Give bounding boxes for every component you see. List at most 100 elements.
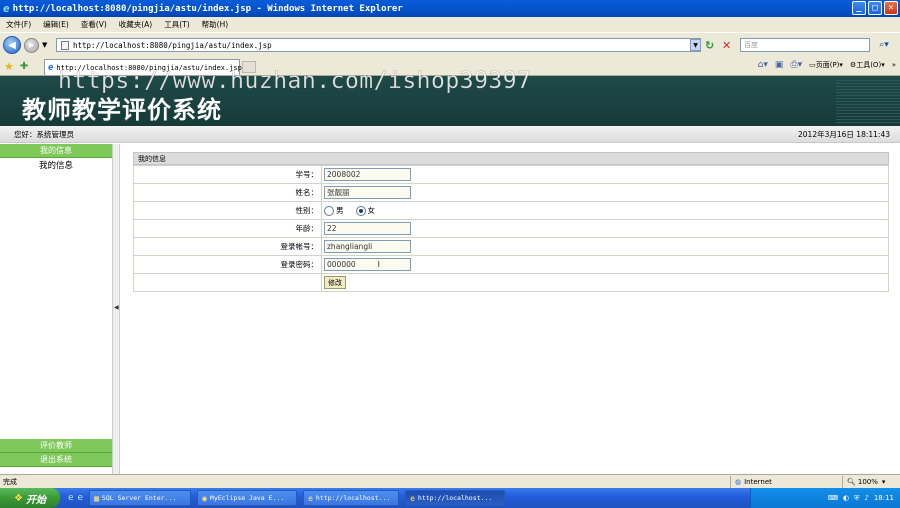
page-menu-label: 页面(P) xyxy=(815,61,840,69)
sidebar: 我的信息 我的信息 评价教师 退出系统 xyxy=(0,144,112,474)
student-id-label: 学号： xyxy=(133,165,322,184)
zoom-control[interactable]: 🔍︎ 100% ▾ xyxy=(842,476,900,488)
task-label: SQL Server Enter... xyxy=(101,494,177,502)
sidebar-bottom: 评价教师 退出系统 xyxy=(0,439,112,467)
tray-network-icon[interactable]: ◐ xyxy=(843,494,849,502)
section-title: 我的信息 xyxy=(133,152,889,165)
gender-female-radio[interactable] xyxy=(355,205,366,216)
sql-server-icon: ▦ xyxy=(94,493,99,503)
collapse-arrow-icon[interactable]: ◀ xyxy=(114,304,119,311)
menu-bar: 文件(F) 编辑(E) 查看(V) 收藏夹(A) 工具(T) 帮助(H) xyxy=(0,17,900,32)
menu-view[interactable]: 查看(V) xyxy=(81,19,107,30)
back-button[interactable]: ◀ xyxy=(3,36,21,54)
form-row: 姓名： 张靓丽 xyxy=(133,183,889,202)
tray-keyboard-icon[interactable]: ⌨ xyxy=(828,494,838,502)
page-menu[interactable]: ▭页面(P)▾ xyxy=(809,60,843,70)
more-chevron-icon[interactable]: » xyxy=(892,61,896,69)
maximize-button[interactable]: □ xyxy=(868,1,882,15)
form-row: 修改 xyxy=(133,273,889,292)
task-ie-icon: e xyxy=(308,493,313,503)
header-banner: 教师教学评价系统 https://www.huzhan.com/ishop393… xyxy=(0,68,900,126)
sidebar-splitter[interactable]: ◀ xyxy=(112,144,120,474)
zone-text: Internet xyxy=(744,478,772,486)
globe-icon: ◍ xyxy=(735,478,742,486)
address-dropdown-icon[interactable]: ▼ xyxy=(690,39,701,51)
search-input[interactable]: 百度 xyxy=(740,38,870,52)
form-row: 登录密码： 000000 xyxy=(133,255,889,274)
address-toolbar: ◀ ▶ ▼ http://localhost:8080/pingjia/astu… xyxy=(0,32,900,57)
start-button[interactable]: ❖ 开始 xyxy=(0,488,60,508)
sidebar-header-logout[interactable]: 退出系统 xyxy=(0,453,112,467)
minimize-button[interactable]: _ xyxy=(852,1,866,15)
gender-label: 性别： xyxy=(133,201,322,220)
tab-ie-icon: e xyxy=(48,62,54,73)
menu-edit[interactable]: 编辑(E) xyxy=(43,19,69,30)
password-label: 登录密码： xyxy=(133,255,322,274)
tools-menu[interactable]: ⚙工具(O)▾ xyxy=(850,60,885,70)
gender-male-radio[interactable] xyxy=(324,205,334,216)
status-text: 完成 xyxy=(3,477,17,486)
gender-female-label: 女 xyxy=(367,206,376,215)
modify-button[interactable]: 修改 xyxy=(324,276,346,289)
main-content: 我的信息 学号： 2008002 姓名： 张靓丽 性别： 男 女 年龄： 22 … xyxy=(133,152,889,292)
tray-volume-icon[interactable]: ♪ xyxy=(864,494,868,502)
tray-shield-icon[interactable]: ⛨ xyxy=(854,494,859,503)
task-sql-server[interactable]: ▦ SQL Server Enter... xyxy=(89,490,192,506)
task-myeclipse[interactable]: ◉ MyEclipse Java E... xyxy=(197,490,298,506)
page-menu-icon: ▭ xyxy=(809,61,816,69)
quicklaunch-ie2-icon[interactable]: e xyxy=(78,493,84,503)
quicklaunch-ie-icon[interactable]: e xyxy=(68,493,74,503)
feeds-icon[interactable]: ▣ xyxy=(775,60,784,70)
greeting-bar: 您好：系统管理员 2012年3月16日 18:11:43 xyxy=(0,126,900,143)
login-label: 登录帐号： xyxy=(133,237,322,256)
name-label: 姓名： xyxy=(133,183,322,202)
stop-icon[interactable]: ✕ xyxy=(722,39,735,52)
menu-favorites[interactable]: 收藏夹(A) xyxy=(119,19,152,30)
age-field[interactable]: 22 xyxy=(324,222,411,235)
favorites-star-icon[interactable]: ★ xyxy=(4,60,14,73)
add-favorite-icon[interactable]: ✚ xyxy=(20,61,28,72)
search-placeholder: 百度 xyxy=(744,41,758,49)
name-field[interactable]: 张靓丽 xyxy=(324,186,411,199)
menu-help[interactable]: 帮助(H) xyxy=(202,19,229,30)
task-label: http://localhost... xyxy=(315,494,391,502)
password-field[interactable]: 000000 xyxy=(324,258,411,271)
greeting-text: 您好：系统管理员 xyxy=(14,129,74,139)
datetime-text: 2012年3月16日 18:11:43 xyxy=(798,129,890,139)
tray-clock: 18:11 xyxy=(873,494,894,502)
menu-file[interactable]: 文件(F) xyxy=(6,19,31,30)
home-icon[interactable]: ⌂▾ xyxy=(758,60,768,70)
password-value: 000000 xyxy=(327,260,356,269)
history-dropdown-icon[interactable]: ▼ xyxy=(42,41,47,49)
search-icon[interactable]: ⌕▾ xyxy=(873,38,895,52)
system-title: 教师教学评价系统 xyxy=(22,95,222,124)
window-title: http://localhost:8080/pingjia/astu/index… xyxy=(12,3,403,14)
eclipse-icon: ◉ xyxy=(202,493,207,503)
sidebar-header-my-info[interactable]: 我的信息 xyxy=(0,144,112,158)
task-ie-1[interactable]: e http://localhost... xyxy=(303,490,400,506)
form-row: 学号： 2008002 xyxy=(133,165,889,184)
task-label: MyEclipse Java E... xyxy=(209,494,285,502)
form-row: 性别： 男 女 xyxy=(133,201,889,220)
task-ie-2[interactable]: e http://localhost... xyxy=(405,490,506,506)
zoom-icon: 🔍︎ xyxy=(847,478,856,486)
close-button[interactable]: ✕ xyxy=(884,1,898,15)
print-icon[interactable]: ⎙▾ xyxy=(790,60,802,70)
menu-tools[interactable]: 工具(T) xyxy=(164,19,189,30)
system-tray: ⌨ ◐ ⛨ ♪ 18:11 xyxy=(750,488,900,508)
quick-launch: e e xyxy=(68,493,83,503)
forward-button[interactable]: ▶ xyxy=(24,37,39,53)
refresh-icon[interactable]: ↻ xyxy=(705,39,719,52)
sidebar-item-my-info[interactable]: 我的信息 xyxy=(0,158,112,171)
student-id-field[interactable]: 2008002 xyxy=(324,168,411,181)
status-bar: 完成 ◍ Internet 🔍︎ 100% ▾ xyxy=(0,474,900,488)
zoom-text: 100% xyxy=(857,478,878,486)
window-titlebar: e http://localhost:8080/pingjia/astu/ind… xyxy=(0,0,900,17)
command-bar: ⌂▾ ▣ ⎙▾ ▭页面(P)▾ ⚙工具(O)▾ » xyxy=(758,60,896,70)
login-field[interactable]: zhangliangli xyxy=(324,240,411,253)
address-url: http://localhost:8080/pingjia/astu/index… xyxy=(73,40,272,50)
gender-radio-group: 男 女 xyxy=(324,205,888,216)
address-input[interactable]: http://localhost:8080/pingjia/astu/index… xyxy=(56,38,701,52)
sidebar-header-evaluate-teacher[interactable]: 评价教师 xyxy=(0,439,112,453)
ie-icon: e xyxy=(3,2,10,15)
